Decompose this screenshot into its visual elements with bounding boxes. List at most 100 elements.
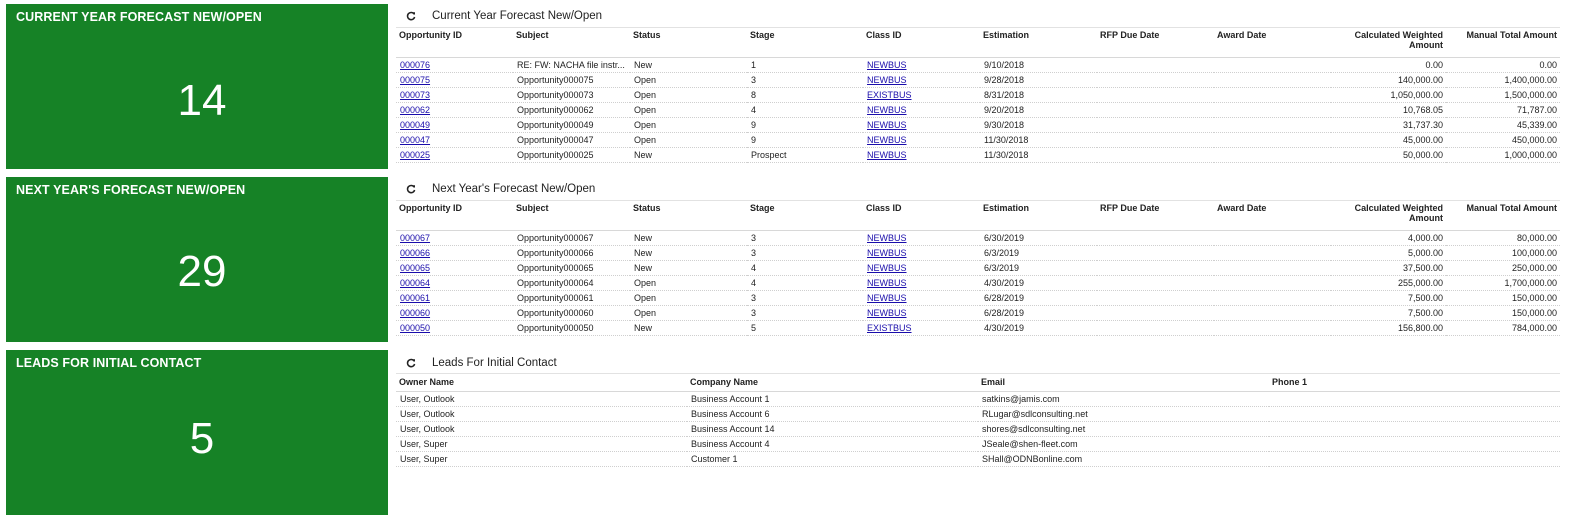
- table-row[interactable]: User, Outlook Business Account 6 RLugar@sd…: [396, 406, 1560, 422]
- opportunity-id-link[interactable]: 000049: [400, 120, 430, 130]
- table-row[interactable]: 000047 Opportunity000047 Open 9 NEWBUS 11/30/…: [396, 132, 1560, 148]
- cell-estimation: 6/28/2019: [980, 305, 1097, 321]
- column-header-opportunity-id[interactable]: Opportunity ID: [396, 200, 513, 231]
- opportunity-id-link[interactable]: 000075: [400, 75, 430, 85]
- column-header-email[interactable]: Email: [978, 373, 1269, 392]
- cell-stage: 9: [747, 117, 863, 133]
- opportunity-id-link[interactable]: 000065: [400, 263, 430, 273]
- table-row[interactable]: 000025 Opportunity000025 New Prospect NEWBUS…: [396, 147, 1560, 163]
- class-id-link[interactable]: NEWBUS: [867, 263, 907, 273]
- opportunity-id-link[interactable]: 000060: [400, 308, 430, 318]
- opportunity-id-link[interactable]: 000061: [400, 293, 430, 303]
- cell-class-id: NEWBUS: [863, 305, 980, 321]
- opportunity-id-link[interactable]: 000050: [400, 323, 430, 333]
- table-row[interactable]: 000065 Opportunity000065 New 4 NEWBUS 6/3/201…: [396, 260, 1560, 276]
- kpi-tile-current-year[interactable]: CURRENT YEAR FORECAST NEW/OPEN 14: [6, 4, 388, 169]
- column-header-owner-name[interactable]: Owner Name: [396, 373, 687, 392]
- class-id-link[interactable]: EXISTBUS: [867, 323, 912, 333]
- table-row[interactable]: 000067 Opportunity000067 New 3 NEWBUS 6/30/20…: [396, 230, 1560, 246]
- cell-subject: Opportunity000049: [513, 117, 630, 133]
- table-row[interactable]: 000064 Opportunity000064 Open 4 NEWBUS 4/30/2…: [396, 275, 1560, 291]
- opportunity-id-link[interactable]: 000067: [400, 233, 430, 243]
- refresh-icon[interactable]: [406, 11, 416, 21]
- cell-estimation: 11/30/2018: [980, 132, 1097, 148]
- kpi-tile-title: LEADS FOR INITIAL CONTACT: [16, 356, 202, 370]
- class-id-link[interactable]: NEWBUS: [867, 105, 907, 115]
- table-row[interactable]: User, Outlook Business Account 1 satkins@j…: [396, 391, 1560, 407]
- class-id-link[interactable]: NEWBUS: [867, 293, 907, 303]
- cell-company-name: Customer 1: [687, 451, 978, 467]
- column-header-subject[interactable]: Subject: [513, 27, 630, 58]
- cell-estimation: 6/28/2019: [980, 290, 1097, 306]
- table-row[interactable]: 000060 Opportunity000060 Open 3 NEWBUS 6/28/2…: [396, 305, 1560, 321]
- cell-status: New: [630, 245, 747, 261]
- cell-rfp-due-date: [1097, 305, 1214, 321]
- column-header-estimation[interactable]: Estimation: [980, 27, 1097, 58]
- opportunity-id-link[interactable]: 000064: [400, 278, 430, 288]
- opportunity-id-link[interactable]: 000066: [400, 248, 430, 258]
- table-row[interactable]: User, Outlook Business Account 14 shores@s…: [396, 421, 1560, 437]
- table-row[interactable]: 000050 Opportunity000050 New 5 EXISTBUS 4/30/…: [396, 320, 1560, 336]
- table-row[interactable]: 000061 Opportunity000061 Open 3 NEWBUS 6/28/2…: [396, 290, 1560, 306]
- class-id-link[interactable]: NEWBUS: [867, 120, 907, 130]
- table-row[interactable]: 000062 Opportunity000062 Open 4 NEWBUS 9/20/2…: [396, 102, 1560, 118]
- kpi-tile-next-year[interactable]: NEXT YEAR'S FORECAST NEW/OPEN 29: [6, 177, 388, 342]
- cell-subject: Opportunity000060: [513, 305, 630, 321]
- cell-manual-total-amount: 80,000.00: [1446, 230, 1560, 246]
- table-row[interactable]: User, Super Business Account 4 JSeale@shen…: [396, 436, 1560, 452]
- column-header-status[interactable]: Status: [630, 200, 747, 231]
- column-header-manual-total-amount[interactable]: Manual Total Amount: [1446, 27, 1560, 58]
- column-header-company-name[interactable]: Company Name: [687, 373, 978, 392]
- column-header-stage[interactable]: Stage: [747, 200, 863, 231]
- opportunity-id-link[interactable]: 000025: [400, 150, 430, 160]
- class-id-link[interactable]: EXISTBUS: [867, 90, 912, 100]
- column-header-subject[interactable]: Subject: [513, 200, 630, 231]
- column-header-rfp-due-date[interactable]: RFP Due Date: [1097, 200, 1214, 231]
- cell-opportunity-id: 000061: [396, 290, 513, 306]
- grid-scroll-area[interactable]: Owner Name Company Name Email Phone 1 User,…: [396, 373, 1560, 513]
- class-id-link[interactable]: NEWBUS: [867, 308, 907, 318]
- cell-status: Open: [630, 72, 747, 88]
- table-row[interactable]: 000076 RE: FW: NACHA file instr... New 1 NEW…: [396, 57, 1560, 73]
- cell-manual-total-amount: 1,700,000.00: [1446, 275, 1560, 291]
- column-header-class-id[interactable]: Class ID: [863, 27, 980, 58]
- column-header-class-id[interactable]: Class ID: [863, 200, 980, 231]
- class-id-link[interactable]: NEWBUS: [867, 135, 907, 145]
- table-row[interactable]: User, Super Customer 1 SHall@ODNBonline.co…: [396, 451, 1560, 467]
- column-header-phone-1[interactable]: Phone 1: [1269, 373, 1560, 392]
- column-header-award-date[interactable]: Award Date: [1214, 200, 1331, 231]
- cell-manual-total-amount: 1,000,000.00: [1446, 147, 1560, 163]
- refresh-icon[interactable]: [406, 184, 416, 194]
- opportunity-id-link[interactable]: 000047: [400, 135, 430, 145]
- table-row[interactable]: 000075 Opportunity000075 Open 3 NEWBUS 9/28/2…: [396, 72, 1560, 88]
- opportunity-id-link[interactable]: 000073: [400, 90, 430, 100]
- column-header-rfp-due-date[interactable]: RFP Due Date: [1097, 27, 1214, 58]
- class-id-link[interactable]: NEWBUS: [867, 233, 907, 243]
- column-header-manual-total-amount[interactable]: Manual Total Amount: [1446, 200, 1560, 231]
- table-row[interactable]: 000066 Opportunity000066 New 3 NEWBUS 6/3/201…: [396, 245, 1560, 261]
- column-header-status[interactable]: Status: [630, 27, 747, 58]
- opportunity-id-link[interactable]: 000076: [400, 60, 430, 70]
- table-row[interactable]: 000049 Opportunity000049 Open 9 NEWBUS 9/30/2…: [396, 117, 1560, 133]
- class-id-link[interactable]: NEWBUS: [867, 150, 907, 160]
- grid-scroll-area[interactable]: Opportunity ID Subject Status Stage Class ID…: [396, 200, 1560, 341]
- cell-subject: Opportunity000073: [513, 87, 630, 103]
- class-id-link[interactable]: NEWBUS: [867, 75, 907, 85]
- column-header-opportunity-id[interactable]: Opportunity ID: [396, 27, 513, 58]
- grid-scroll-area[interactable]: Opportunity ID Subject Status Stage Class ID…: [396, 27, 1560, 168]
- kpi-tile-leads[interactable]: LEADS FOR INITIAL CONTACT 5: [6, 350, 388, 515]
- cell-class-id: NEWBUS: [863, 132, 980, 148]
- cell-stage: 4: [747, 275, 863, 291]
- class-id-link[interactable]: NEWBUS: [867, 60, 907, 70]
- column-header-award-date[interactable]: Award Date: [1214, 27, 1331, 58]
- table-row[interactable]: 000073 Opportunity000073 Open 8 EXISTBUS 8/31…: [396, 87, 1560, 103]
- opportunity-id-link[interactable]: 000062: [400, 105, 430, 115]
- class-id-link[interactable]: NEWBUS: [867, 278, 907, 288]
- column-header-estimation[interactable]: Estimation: [980, 200, 1097, 231]
- column-header-calculated-weighted-amount[interactable]: Calculated Weighted Amount: [1331, 27, 1446, 58]
- column-header-stage[interactable]: Stage: [747, 27, 863, 58]
- column-header-calculated-weighted-amount[interactable]: Calculated Weighted Amount: [1331, 200, 1446, 231]
- refresh-icon[interactable]: [406, 358, 416, 368]
- cell-calculated-weighted-amount: 7,500.00: [1331, 305, 1446, 321]
- class-id-link[interactable]: NEWBUS: [867, 248, 907, 258]
